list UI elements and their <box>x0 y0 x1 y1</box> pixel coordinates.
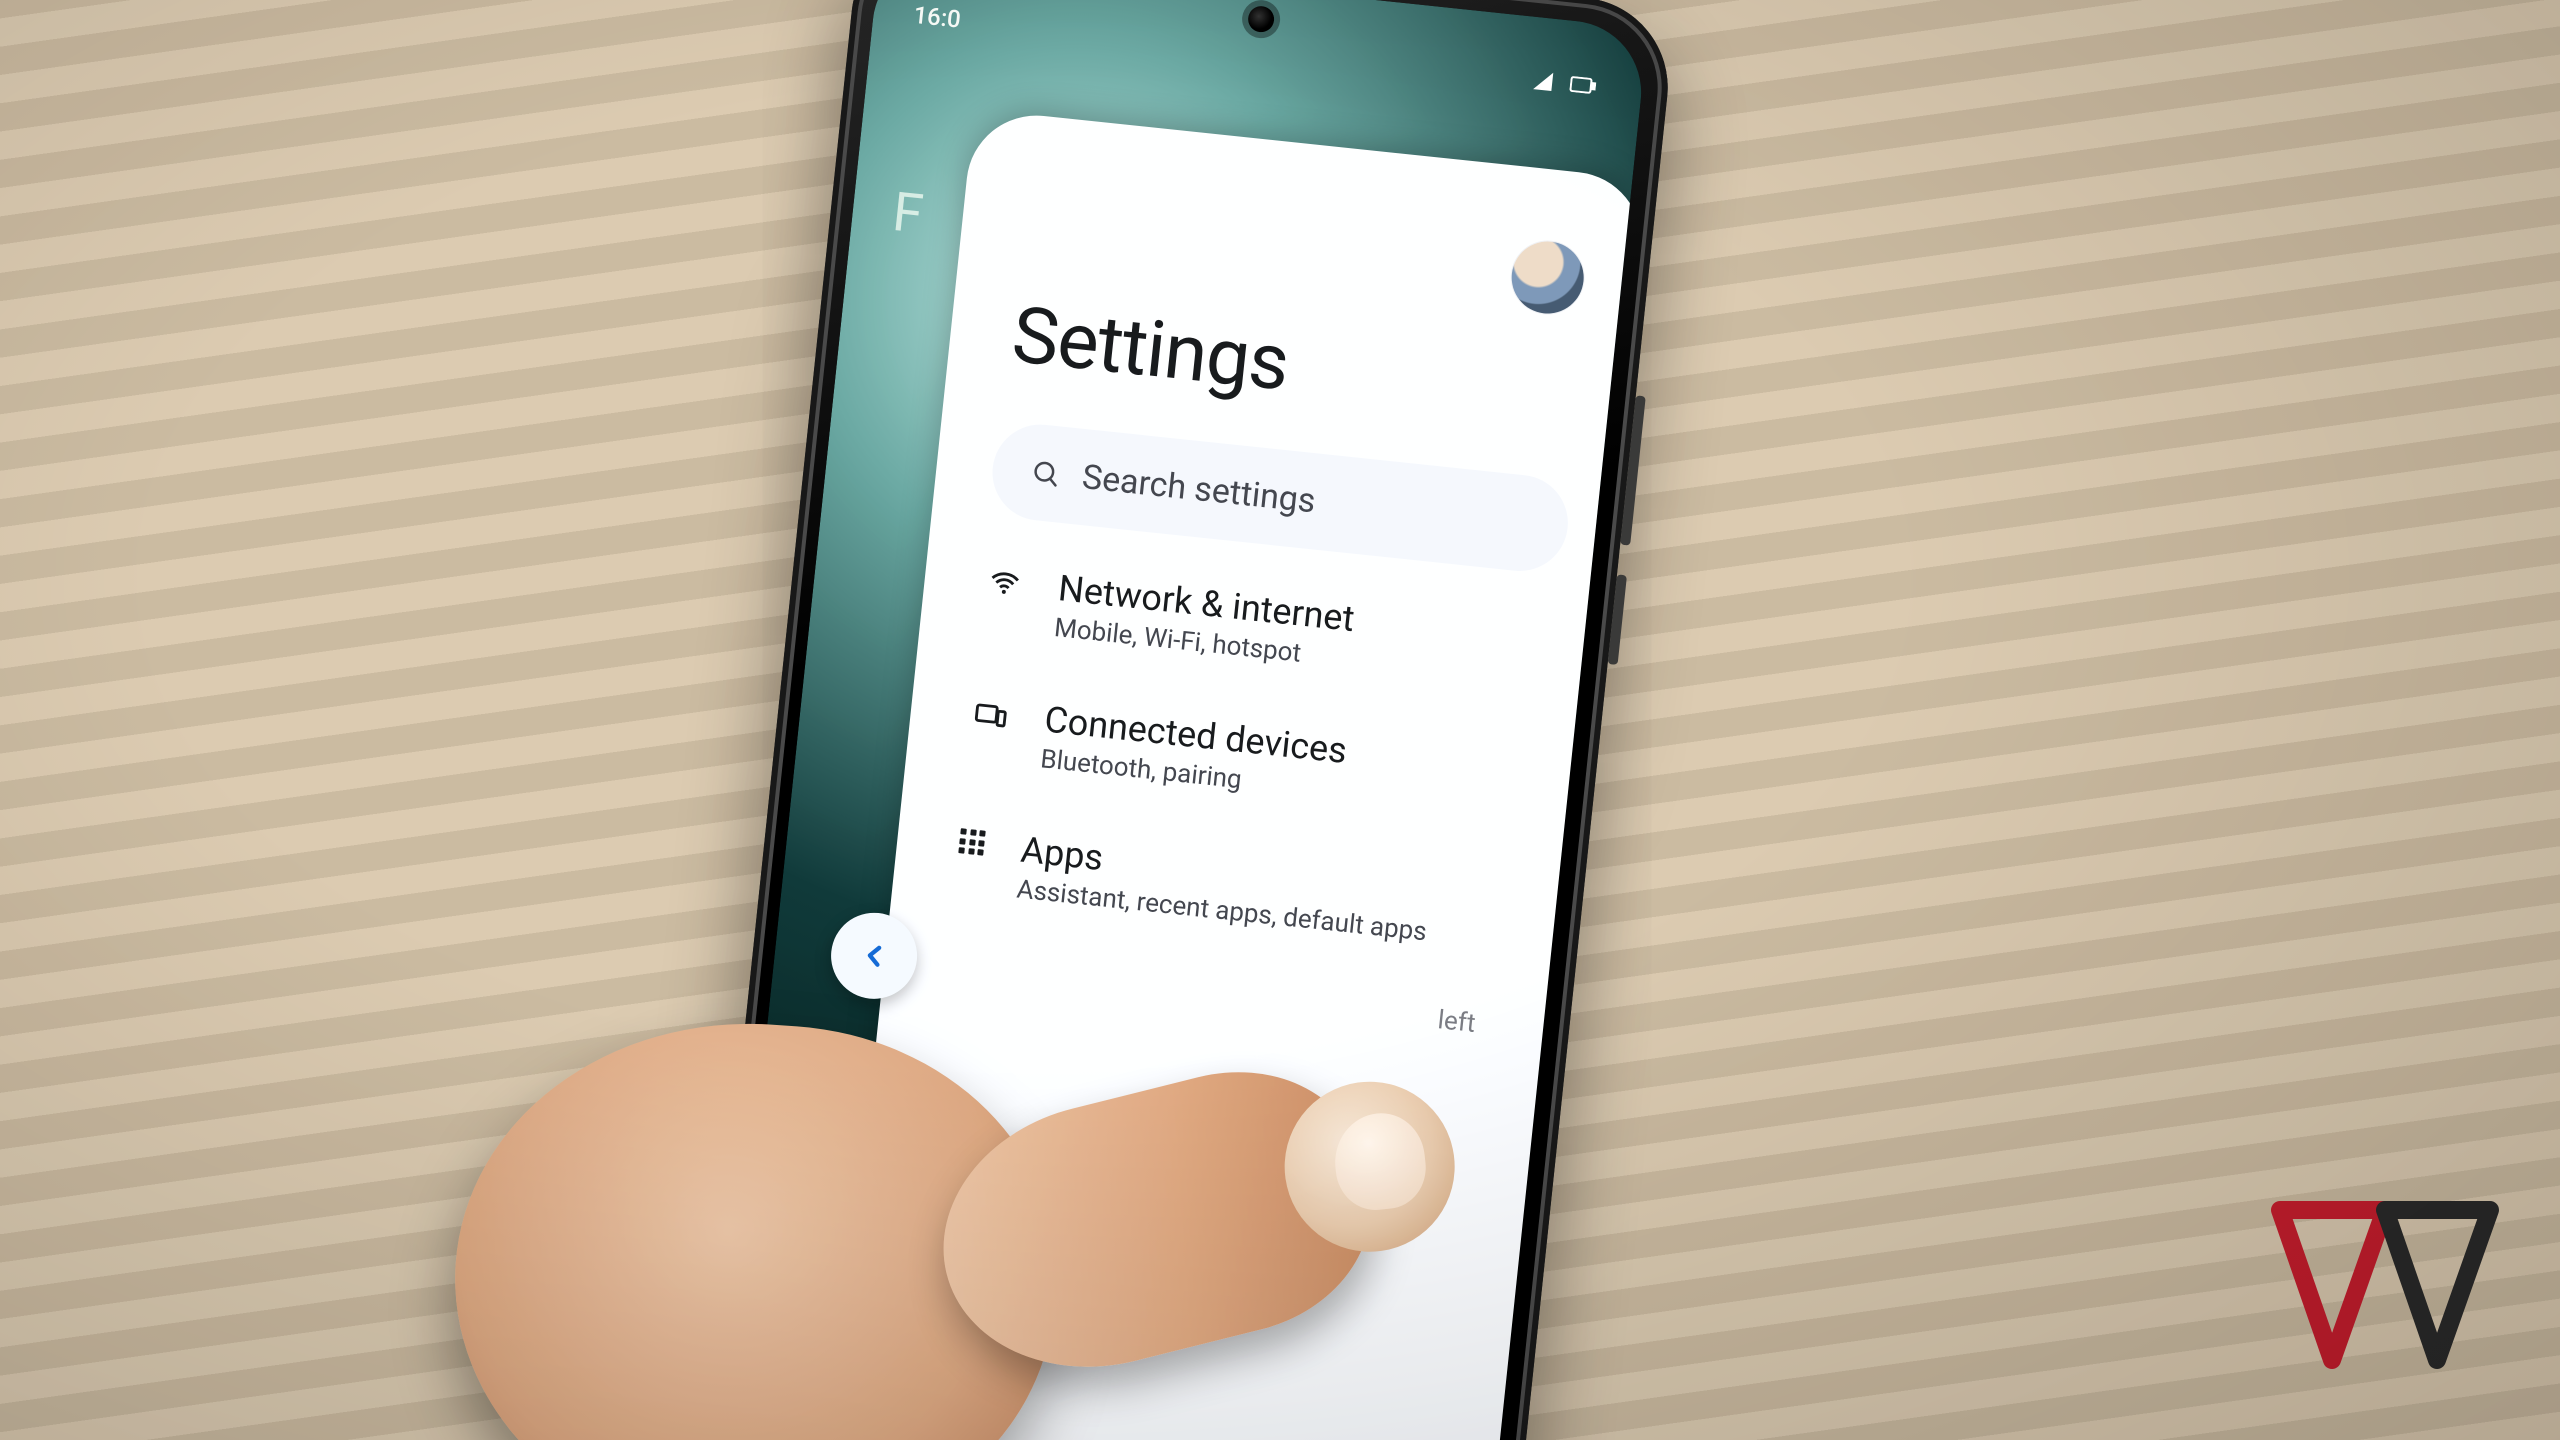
devices-icon <box>971 695 1011 735</box>
partially-obscured-row: left <box>939 953 1517 1043</box>
battery-icon <box>1569 76 1597 95</box>
watermark-logo <box>2270 1190 2500 1390</box>
settings-sheet: Settings Search settings N <box>813 109 1648 1440</box>
wifi-icon <box>985 564 1025 604</box>
photo-scene: 16:0 F Bit Settings <box>0 0 2560 1440</box>
page-title: Settings <box>1008 290 1586 440</box>
profile-avatar[interactable] <box>1508 238 1587 317</box>
settings-item-apps[interactable]: Apps Assistant, recent apps, default app… <box>948 822 1531 958</box>
settings-item-connected-devices[interactable]: Connected devices Bluetooth, pairing <box>961 690 1544 826</box>
power-button[interactable] <box>1608 574 1627 665</box>
search-settings[interactable]: Search settings <box>988 420 1573 576</box>
search-icon <box>1029 457 1062 490</box>
chevron-left-icon <box>855 937 892 974</box>
phone-body: 16:0 F Bit Settings <box>683 0 1676 1440</box>
status-right-icons <box>1531 69 1597 98</box>
phone: 16:0 F Bit Settings <box>683 0 1676 1440</box>
phone-screen: 16:0 F Bit Settings <box>708 0 1648 1440</box>
home-widget-fragment: F <box>890 181 927 247</box>
apps-icon <box>958 828 987 857</box>
signal-icon <box>1531 69 1555 93</box>
status-time: 16:0 <box>912 1 962 34</box>
volume-button[interactable] <box>1620 395 1646 545</box>
settings-item-network[interactable]: Network & internet Mobile, Wi-Fi, hotspo… <box>975 559 1558 695</box>
settings-list: Network & internet Mobile, Wi-Fi, hotspo… <box>948 559 1558 958</box>
search-placeholder: Search settings <box>1080 457 1317 521</box>
